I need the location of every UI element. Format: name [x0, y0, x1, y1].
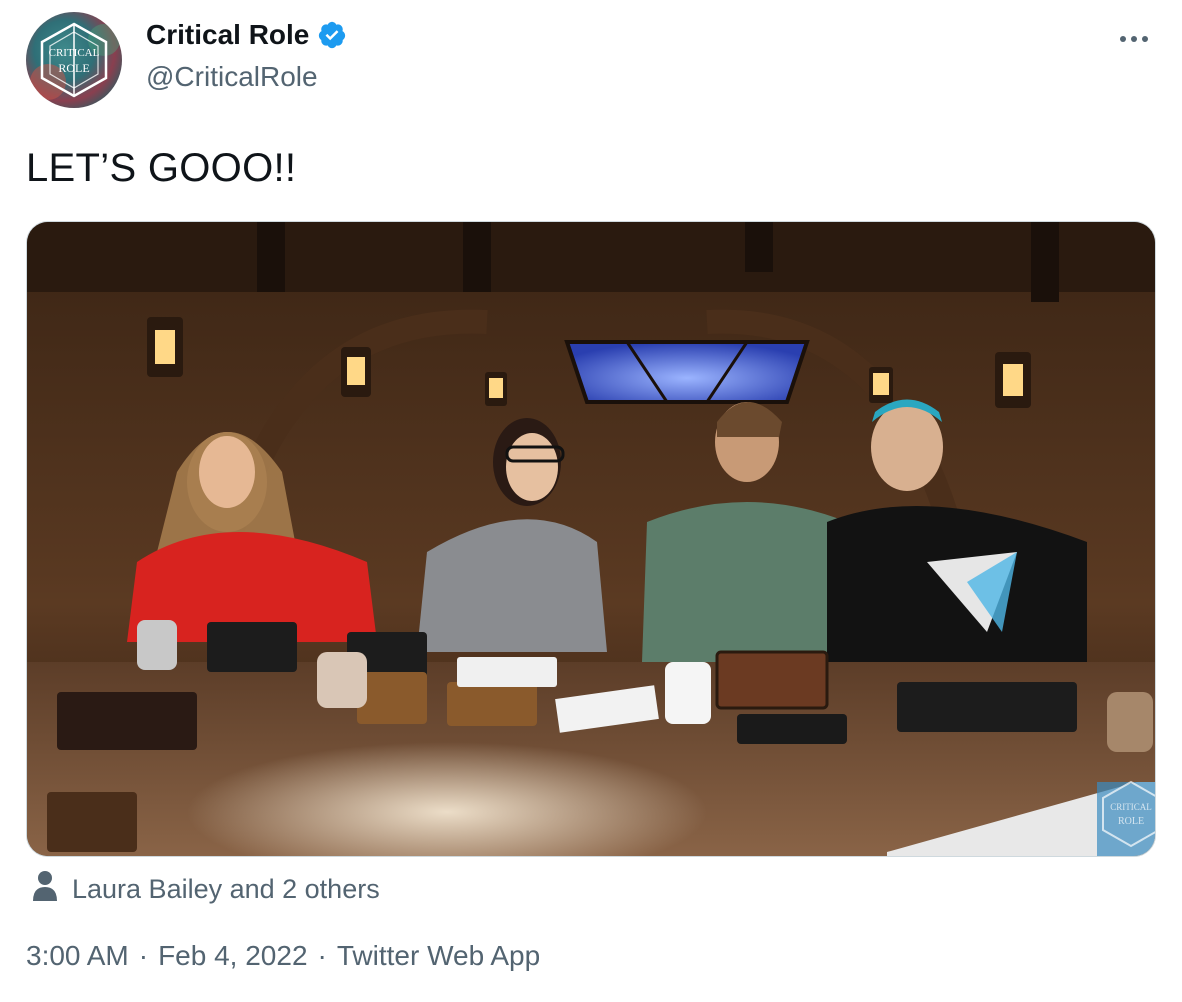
svg-text:CRITICAL: CRITICAL: [1110, 802, 1152, 812]
avatar[interactable]: CRITICAL ROLE: [26, 12, 122, 108]
tweet-meta: 3:00 AM · Feb 4, 2022 · Twitter Web App: [26, 940, 540, 972]
person-icon: [32, 870, 58, 909]
display-name-text: Critical Role: [146, 19, 310, 50]
tweet-photo[interactable]: CRITICAL ROLE: [26, 221, 1156, 857]
svg-text:ROLE: ROLE: [1118, 816, 1144, 827]
verified-badge-icon: [317, 20, 347, 50]
tweet-date[interactable]: Feb 4, 2022: [158, 940, 307, 972]
meta-separator: ·: [138, 940, 149, 971]
svg-text:ROLE: ROLE: [58, 61, 89, 75]
display-name[interactable]: Critical Role: [146, 19, 347, 51]
meta-separator: ·: [317, 940, 327, 971]
tagged-users-text: Laura Bailey and 2 others: [72, 874, 380, 904]
tagged-users[interactable]: Laura Bailey and 2 others: [32, 870, 380, 909]
user-handle[interactable]: @CriticalRole: [146, 61, 318, 93]
tweet-time[interactable]: 3:00 AM: [26, 940, 129, 972]
tweet-text: LET’S GOOO!!: [26, 146, 297, 190]
critical-role-logo-icon: CRITICAL ROLE: [26, 12, 122, 108]
tweet-source[interactable]: Twitter Web App: [337, 940, 540, 972]
photo-icon: CRITICAL ROLE: [27, 222, 1155, 856]
more-options-icon[interactable]: [1114, 22, 1154, 56]
svg-text:CRITICAL: CRITICAL: [49, 47, 100, 59]
